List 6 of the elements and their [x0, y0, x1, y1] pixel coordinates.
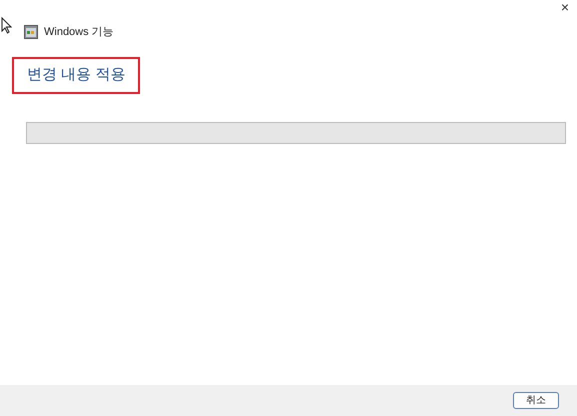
- close-button[interactable]: ×: [555, 0, 575, 16]
- mouse-pointer-icon: [1, 17, 12, 34]
- page-heading: 변경 내용 적용: [12, 57, 140, 94]
- window-icon: [24, 25, 38, 40]
- window-title: Windows 기능: [44, 25, 114, 40]
- cancel-button[interactable]: 취소: [513, 392, 559, 409]
